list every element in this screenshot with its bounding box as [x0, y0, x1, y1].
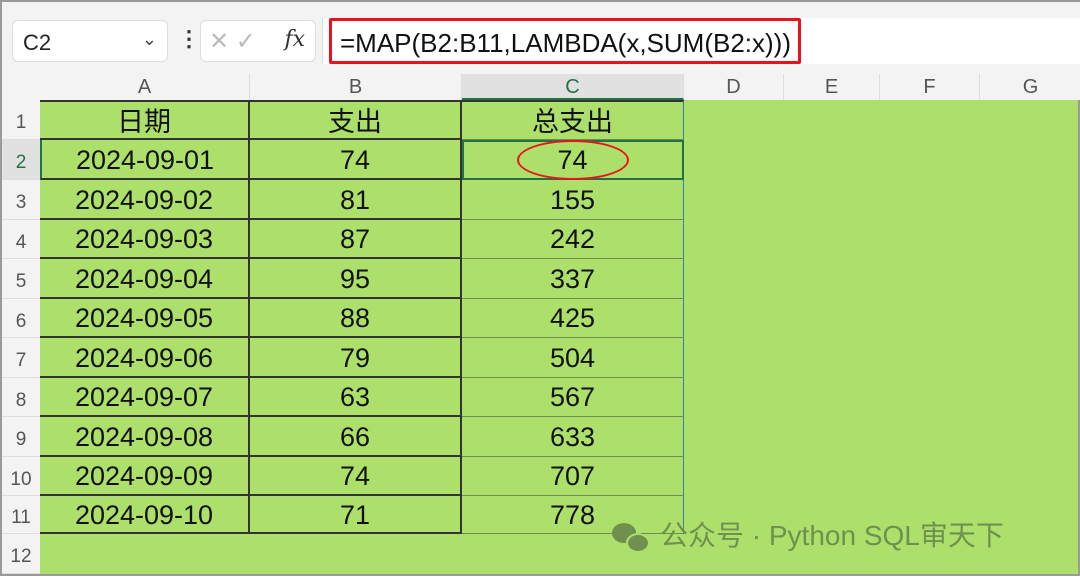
row-header-3[interactable]: 3: [2, 180, 40, 220]
watermark: 公众号 · Python SQL审天下: [612, 514, 1004, 554]
column-header-C[interactable]: C: [462, 74, 684, 100]
row-header-12[interactable]: 12: [2, 534, 40, 574]
table-cell[interactable]: 74: [250, 457, 462, 496]
corner-select-all[interactable]: [2, 74, 40, 100]
enter-icon[interactable]: ✓: [236, 28, 256, 55]
table-cell[interactable]: 74: [250, 140, 462, 180]
column-header-B[interactable]: B: [250, 74, 462, 100]
formula-input[interactable]: =MAP(B2:B11,LAMBDA(x,SUM(B2:x))): [329, 18, 801, 64]
more-options-icon[interactable]: ⋮: [178, 26, 200, 52]
row-header-9[interactable]: 9: [2, 417, 40, 457]
row-header-4[interactable]: 4: [2, 220, 40, 259]
header-cell[interactable]: 总支出: [462, 100, 684, 140]
wechat-icon: [612, 522, 652, 553]
row-header-6[interactable]: 6: [2, 299, 40, 338]
column-header-A[interactable]: A: [40, 74, 250, 100]
column-header-G[interactable]: G: [980, 74, 1080, 100]
row-header-7[interactable]: 7: [2, 338, 40, 378]
table-cell[interactable]: 504: [462, 338, 684, 378]
table-cell[interactable]: 81: [250, 180, 462, 220]
header-cell[interactable]: 支出: [250, 100, 462, 140]
table-cell[interactable]: 79: [250, 338, 462, 378]
name-box-value: C2: [23, 30, 52, 55]
highlight-circle: [517, 140, 629, 180]
table-cell[interactable]: 155: [462, 180, 684, 220]
table-cell[interactable]: 2024-09-09: [40, 457, 250, 496]
table-cell[interactable]: 2024-09-03: [40, 220, 250, 259]
row-header-2[interactable]: 2: [2, 140, 40, 180]
table-cell[interactable]: 95: [250, 259, 462, 299]
table-cell[interactable]: 2024-09-06: [40, 338, 250, 378]
row-header-1[interactable]: 1: [2, 100, 40, 140]
row-header-8[interactable]: 8: [2, 378, 40, 417]
table-cell[interactable]: 88: [250, 299, 462, 338]
table-cell[interactable]: 63: [250, 378, 462, 417]
name-box[interactable]: C2 ⌄: [12, 20, 168, 62]
table-cell[interactable]: 2024-09-07: [40, 378, 250, 417]
cancel-icon[interactable]: ✕: [209, 28, 229, 55]
table-cell[interactable]: 2024-09-08: [40, 417, 250, 457]
table-cell[interactable]: 2024-09-05: [40, 299, 250, 338]
table-cell[interactable]: 87: [250, 220, 462, 259]
chevron-down-icon[interactable]: ⌄: [142, 29, 157, 50]
column-header-F[interactable]: F: [880, 74, 980, 100]
table-cell[interactable]: 567: [462, 378, 684, 417]
table-cell[interactable]: 633: [462, 417, 684, 457]
header-cell[interactable]: 日期: [40, 100, 250, 140]
table-cell[interactable]: 337: [462, 259, 684, 299]
column-header-D[interactable]: D: [684, 74, 784, 100]
table-cell[interactable]: 2024-09-04: [40, 259, 250, 299]
table-cell[interactable]: 707: [462, 457, 684, 496]
row-header-5[interactable]: 5: [2, 259, 40, 299]
column-header-E[interactable]: E: [784, 74, 880, 100]
row-header-10[interactable]: 10: [2, 457, 40, 496]
table-cell[interactable]: 71: [250, 496, 462, 534]
insert-function-icon[interactable]: fx: [284, 27, 305, 52]
table-cell[interactable]: 2024-09-02: [40, 180, 250, 220]
table-cell[interactable]: 242: [462, 220, 684, 259]
watermark-text: 公众号 · Python SQL审天下: [660, 520, 1004, 551]
formula-bar[interactable]: =MAP(B2:B11,LAMBDA(x,SUM(B2:x))): [322, 18, 1080, 64]
table-cell[interactable]: 2024-09-01: [40, 140, 250, 180]
formula-buttons: ✕ ✓ fx: [200, 20, 316, 62]
table-cell[interactable]: 66: [250, 417, 462, 457]
table-cell[interactable]: 2024-09-10: [40, 496, 250, 534]
row-header-11[interactable]: 11: [2, 496, 40, 534]
table-cell[interactable]: 425: [462, 299, 684, 338]
